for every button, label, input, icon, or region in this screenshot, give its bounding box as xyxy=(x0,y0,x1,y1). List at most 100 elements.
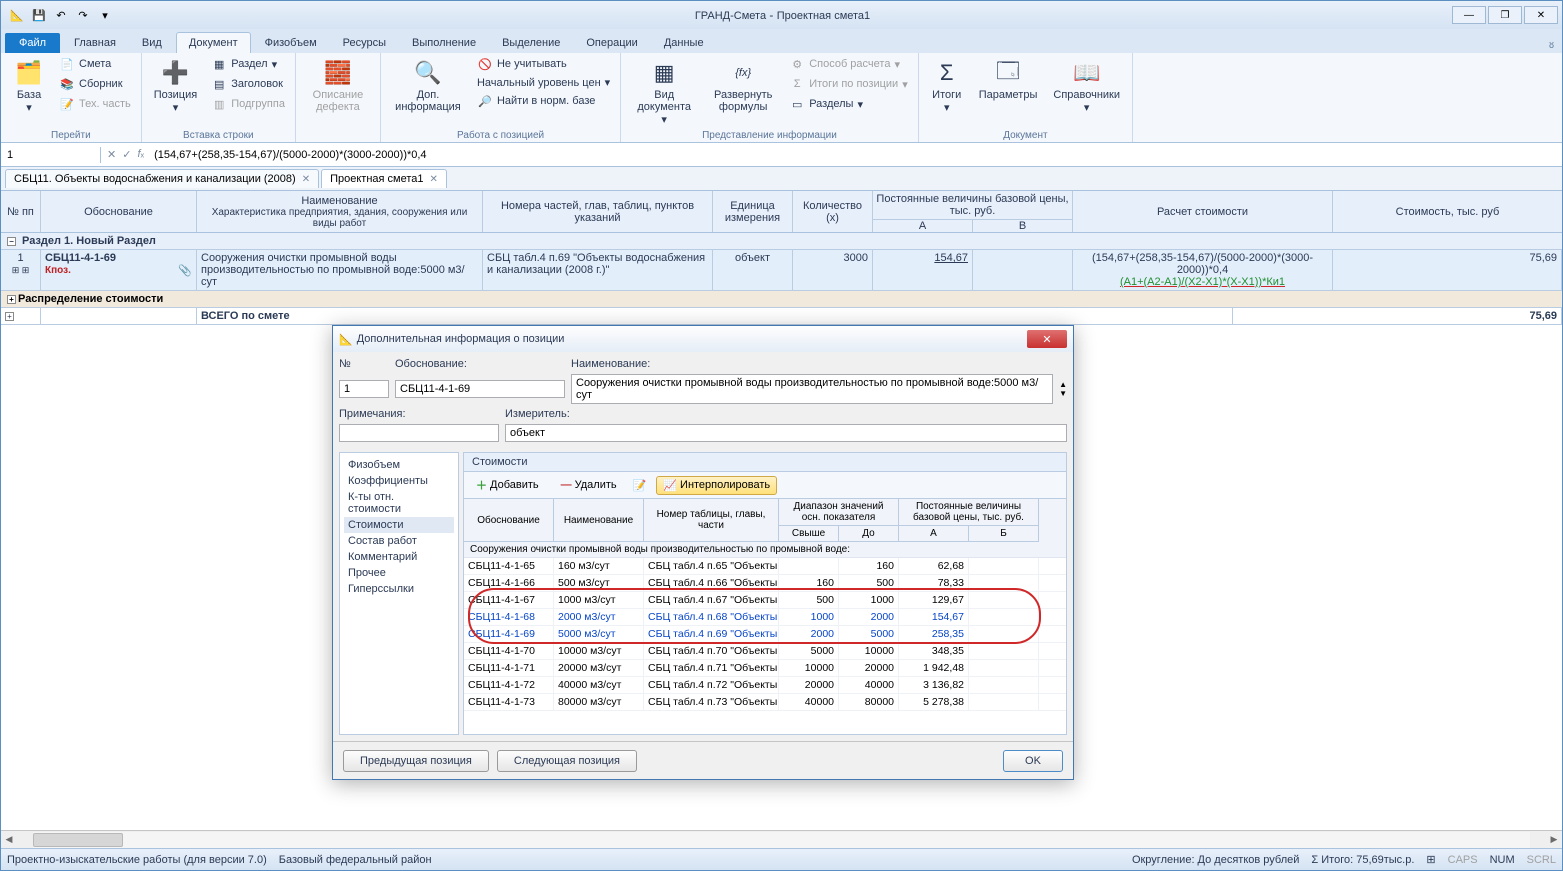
status-rounding: Округление: До десятков рублей xyxy=(1132,854,1299,866)
smeta-button[interactable]: 📄Смета xyxy=(55,55,135,73)
obosn-label: Обоснование: xyxy=(395,358,565,370)
fx-icon[interactable]: fₓ xyxy=(137,148,144,161)
magnify-icon: 🔍 xyxy=(412,57,444,89)
tree-sostav[interactable]: Состав работ xyxy=(344,533,454,549)
interpolate-button[interactable]: 📈Интерполировать xyxy=(656,476,777,495)
position-button[interactable]: ➕Позиция▾ xyxy=(148,55,204,116)
tab-execution[interactable]: Выполнение xyxy=(400,33,488,53)
plus-icon: ＋ xyxy=(476,477,487,493)
num-field[interactable]: 1 xyxy=(339,380,389,398)
viddoc-button[interactable]: ▦Вид документа▾ xyxy=(627,55,701,128)
status-ss-icon[interactable]: ⊞ xyxy=(1426,853,1435,866)
ribbon-minimize-icon[interactable]: ᴕ xyxy=(1541,37,1562,53)
obosn-field[interactable]: СБЦ11-4-1-69 xyxy=(395,380,565,398)
tree-prochee[interactable]: Прочее xyxy=(344,565,454,581)
delete-button[interactable]: —Удалить xyxy=(555,477,623,493)
section-row[interactable]: −Раздел 1. Новый Раздел xyxy=(1,233,1562,250)
tab-home[interactable]: Главная xyxy=(62,33,128,53)
razdel-button[interactable]: ▦Раздел ▾ xyxy=(207,55,289,73)
spin-up-icon[interactable]: ▲ xyxy=(1059,380,1067,389)
close-button[interactable]: ✕ xyxy=(1524,6,1558,24)
col-naimen: НаименованиеХарактеристика предприятия, … xyxy=(197,191,483,232)
dialog-close-button[interactable]: ✕ xyxy=(1027,330,1067,348)
col-stoim: Стоимость, тыс. руб xyxy=(1333,191,1562,232)
qat-dropdown-icon[interactable]: ▾ xyxy=(97,7,113,23)
prev-button[interactable]: Предыдущая позиция xyxy=(343,750,489,772)
close-tab-icon[interactable]: ✕ xyxy=(302,174,310,185)
tree-kty[interactable]: К-ты отн. стоимости xyxy=(344,489,454,517)
tab-view[interactable]: Вид xyxy=(130,33,174,53)
tab-document[interactable]: Документ xyxy=(176,32,251,53)
distribution-row[interactable]: +Распределение стоимости xyxy=(1,291,1562,308)
minimize-button[interactable]: — xyxy=(1452,6,1486,24)
data-row[interactable]: 1⊞ ⊞ СБЦ11-4-1-69Кпоз.📎 Сооружения очист… xyxy=(1,250,1562,291)
sg-row[interactable]: СБЦ11-4-1-695000 м3/сутСБЦ табл.4 п.69 "… xyxy=(464,626,1066,643)
sgh-diap: Диапазон значений осн. показателя xyxy=(779,499,899,526)
tehchast-button: 📝Тех. часть xyxy=(55,95,135,113)
accept-fx-icon[interactable]: ✓ xyxy=(122,148,131,161)
tab-file[interactable]: Файл xyxy=(5,33,60,53)
save-icon[interactable]: 💾 xyxy=(31,7,47,23)
sg-row[interactable]: СБЦ11-4-1-7120000 м3/сутСБЦ табл.4 п.71 … xyxy=(464,660,1066,677)
tree-fizobem[interactable]: Физобъем xyxy=(344,457,454,473)
doc-tab-1[interactable]: СБЦ11. Объекты водоснабжения и канализац… xyxy=(5,169,319,188)
sbornik-button[interactable]: 📚Сборник xyxy=(55,75,135,93)
neuchit-button[interactable]: 🚫Не учитывать xyxy=(473,55,614,73)
tab-fizobem[interactable]: Физобъем xyxy=(253,33,329,53)
scroll-right-icon[interactable]: ▶ xyxy=(1546,832,1562,848)
name-box[interactable]: 1 xyxy=(1,147,101,163)
tab-resources[interactable]: Ресурсы xyxy=(331,33,398,53)
next-button[interactable]: Следующая позиция xyxy=(497,750,637,772)
plus-icon: ➕ xyxy=(159,57,191,89)
titlebar: 📐 💾 ↶ ↷ ▾ ГРАНД-Смета - Проектная смета1… xyxy=(1,1,1562,29)
col-edin: Единица измерения xyxy=(713,191,793,232)
sprav-button[interactable]: 📖Справочники▾ xyxy=(1047,55,1126,116)
redo-icon[interactable]: ↷ xyxy=(75,7,91,23)
sg-row[interactable]: СБЦ11-4-1-7010000 м3/сутСБЦ табл.4 п.70 … xyxy=(464,643,1066,660)
formula-input[interactable]: (154,67+(258,35-154,67)/(5000-2000)*(300… xyxy=(150,147,1562,163)
base-icon: 🗂️ xyxy=(13,57,45,89)
tab-selection[interactable]: Выделение xyxy=(490,33,572,53)
horizontal-scrollbar[interactable]: ◀ ▶ xyxy=(1,830,1562,848)
cancel-fx-icon[interactable]: ✕ xyxy=(107,148,116,161)
sg-row[interactable]: СБЦ11-4-1-65160 м3/сутСБЦ табл.4 п.65 "О… xyxy=(464,558,1066,575)
add-button[interactable]: ＋Добавить xyxy=(470,475,545,495)
sg-row[interactable]: СБЦ11-4-1-682000 м3/сутСБЦ табл.4 п.68 "… xyxy=(464,609,1066,626)
smeta-icon: 📄 xyxy=(59,56,75,72)
tree-komm[interactable]: Комментарий xyxy=(344,549,454,565)
sg-row[interactable]: СБЦ11-4-1-7240000 м3/сутСБЦ табл.4 п.72 … xyxy=(464,677,1066,694)
normbase-button[interactable]: 🔎Найти в норм. базе xyxy=(473,92,614,110)
razdely-button[interactable]: ▭Разделы ▾ xyxy=(785,95,912,113)
zagolovok-button[interactable]: ▤Заголовок xyxy=(207,75,289,93)
naimen-field[interactable]: Сооружения очистки промывной воды произв… xyxy=(571,374,1053,404)
itogi-button[interactable]: ΣИтоги▾ xyxy=(925,55,969,116)
close-tab-icon[interactable]: ✕ xyxy=(430,174,438,185)
prim-field[interactable] xyxy=(339,424,499,442)
scroll-thumb[interactable] xyxy=(33,833,123,847)
spin-down-icon[interactable]: ▼ xyxy=(1059,389,1067,398)
tree-hyper[interactable]: Гиперссылки xyxy=(344,581,454,597)
sg-row[interactable]: СБЦ11-4-1-66500 м3/сутСБЦ табл.4 п.66 "О… xyxy=(464,575,1066,592)
izm-field[interactable]: объект xyxy=(505,424,1067,442)
scroll-left-icon[interactable]: ◀ xyxy=(1,832,17,848)
sg-row[interactable]: СБЦ11-4-1-7380000 м3/сутСБЦ табл.4 п.73 … xyxy=(464,694,1066,711)
maximize-button[interactable]: ❐ xyxy=(1488,6,1522,24)
total-row: + ВСЕГО по смете 75,69 xyxy=(1,308,1562,325)
tab-data[interactable]: Данные xyxy=(652,33,716,53)
sgh-b: Б xyxy=(969,526,1039,542)
dialog-title: Дополнительная информация о позиции xyxy=(353,333,1027,345)
group-doc-label: Документ xyxy=(925,129,1126,142)
undo-icon[interactable]: ↶ xyxy=(53,7,69,23)
tab-operations[interactable]: Операции xyxy=(574,33,649,53)
tree-koef[interactable]: Коэффициенты xyxy=(344,473,454,489)
base-button[interactable]: 🗂️База▾ xyxy=(7,55,51,116)
razvform-button[interactable]: {fx}Развернуть формулы xyxy=(705,55,781,115)
sg-row[interactable]: СБЦ11-4-1-671000 м3/сутСБЦ табл.4 п.67 "… xyxy=(464,592,1066,609)
dopinfo-button[interactable]: 🔍Доп. информация xyxy=(387,55,469,115)
ok-button[interactable]: OK xyxy=(1003,750,1063,772)
tree-stoim[interactable]: Стоимости xyxy=(344,517,454,533)
doc-tab-2[interactable]: Проектная смета1✕ xyxy=(321,169,447,188)
nachlvl-button[interactable]: Начальный уровень цен ▾ xyxy=(473,75,614,90)
param-button[interactable]: 🗔Параметры xyxy=(973,55,1044,103)
notes-icon[interactable]: 📝 xyxy=(633,479,647,492)
